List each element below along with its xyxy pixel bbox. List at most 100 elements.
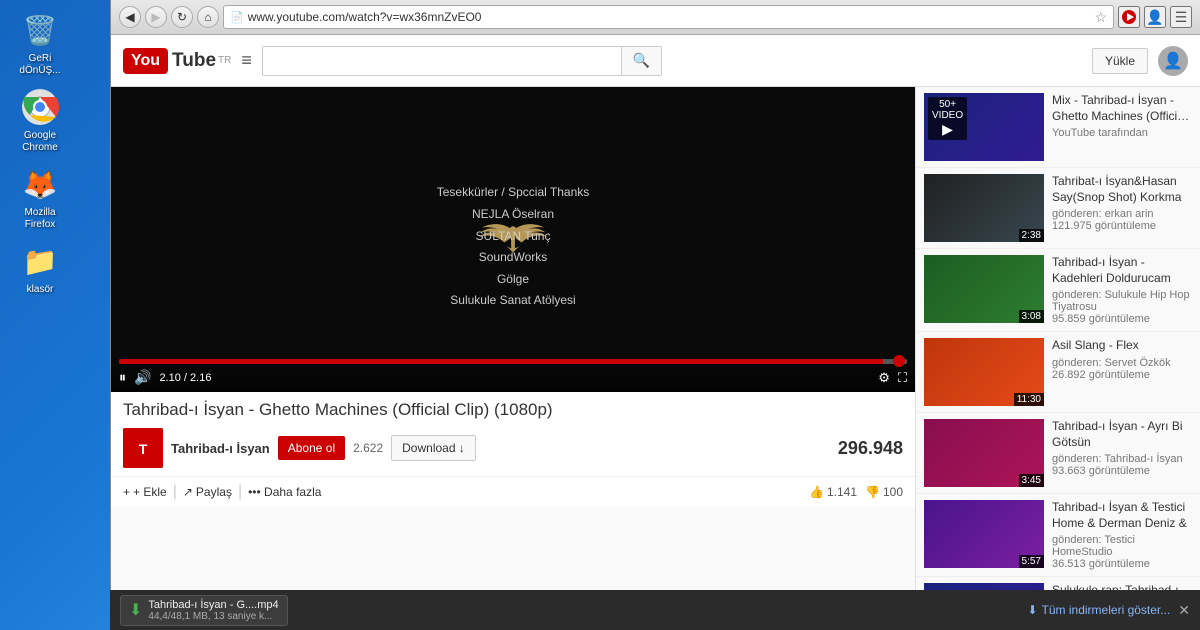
playlist-badge: 50+VIDEO▶ (928, 97, 967, 140)
youtube-logo-tube: Tube (172, 50, 216, 72)
download-bar-right: ⬇ Tüm indirmeleri göster... ✕ (1027, 602, 1190, 619)
time-total: 2.16 (190, 372, 211, 384)
desktop-icons-area: 🗑️ GeRidÖnÜŞ... GoogleChrome 🦊 MozillaFi… (0, 0, 80, 306)
video-duration: 5:57 (1019, 555, 1044, 568)
download-item-icon: ⬇ (129, 600, 142, 620)
video-player-area: Tesekkürler / Spccial Thanks NEJLA Öselr… (111, 87, 915, 630)
dislike-count: 100 (883, 485, 903, 499)
credit-line-6: Sulukule Sanat Atölyesi (437, 290, 590, 312)
volume-button[interactable]: 🔊 (134, 369, 151, 386)
youtube-logo-box: You (123, 48, 168, 74)
credit-line-3: SULTAN Tunç (437, 226, 590, 248)
video-actions-row: T Tahribad-ı İsyan Abone ol 2.622 Downlo… (123, 428, 903, 468)
sidebar-item-firefox[interactable]: 🦊 MozillaFirefox (10, 164, 70, 231)
sep-2: | (238, 483, 242, 501)
sidebar-video-item[interactable]: 50+VIDEO▶ Mix - Tahribad-ı İsyan - Ghetto… (916, 87, 1200, 168)
download-bar-close-button[interactable]: ✕ (1178, 602, 1190, 619)
video-controls: ⏸ 🔊 2.10 / 2.16 ⚙ ⛶ (111, 355, 915, 392)
channel-name[interactable]: Tahribad-ı İsyan (171, 441, 270, 456)
page-icon: 📄 (230, 11, 244, 24)
show-all-label: Tüm indirmeleri göster... (1042, 603, 1171, 617)
sidebar-thumb: 50+VIDEO▶ (924, 93, 1044, 161)
like-button[interactable]: 👍 1.141 (809, 485, 857, 499)
credit-line-2: NEJLA Öselran (437, 204, 590, 226)
time-current: 2.10 (159, 372, 180, 384)
play-pause-button[interactable]: ⏸ (119, 369, 126, 386)
action-links: + + Ekle | ↗ Paylaş | ••• Daha fazla (111, 476, 915, 507)
sidebar-item-recycle-bin[interactable]: 🗑️ GeRidÖnÜŞ... (10, 10, 70, 77)
forward-button[interactable]: ▶ (145, 6, 167, 28)
refresh-button[interactable]: ↻ (171, 6, 193, 28)
sep-1: | (173, 483, 177, 501)
youtube-logo-you: You (131, 52, 160, 69)
sidebar-video-item[interactable]: 3:08Tahribad-ı İsyan - Kadehleri Dolduru… (916, 249, 1200, 332)
share-link[interactable]: ↗ Paylaş (183, 485, 232, 499)
show-all-downloads-link[interactable]: ⬇ Tüm indirmeleri göster... (1027, 603, 1170, 617)
sidebar-item-meta: gönderen: Sulukule Hip Hop Tiyatrosu95.8… (1052, 289, 1192, 325)
sidebar-item-folder[interactable]: 📁 klasör (10, 241, 70, 296)
controls-row: ⏸ 🔊 2.10 / 2.16 ⚙ ⛶ (119, 369, 907, 386)
home-button[interactable]: ⌂ (197, 6, 219, 28)
thumbs-down-icon: 👎 (865, 485, 880, 499)
video-info: Tahribad-ı İsyan - Ghetto Machines (Offi… (111, 392, 915, 476)
subscriber-count: 2.622 (353, 441, 383, 455)
sidebar-item-info: Tahribad-ı İsyan - Ayrı Bi Götsüngöndere… (1052, 419, 1192, 487)
bookmark-icon[interactable]: ☆ (1094, 9, 1107, 26)
sidebar-item-title: Tahribad-ı İsyan - Kadehleri Doldurucam (1052, 255, 1192, 286)
video-content: Tesekkürler / Spccial Thanks NEJLA Öselr… (111, 87, 915, 392)
menu-button[interactable]: ☰ (1170, 6, 1192, 28)
credit-line-1: Tesekkürler / Spccial Thanks (437, 182, 590, 204)
subscribe-button[interactable]: Abone ol (278, 436, 345, 460)
video-duration: 11:30 (1014, 393, 1044, 406)
sidebar-video-item[interactable]: 2:38Tahribat-ı İsyan&Hasan Say(Snop Shot… (916, 168, 1200, 249)
progress-bar[interactable] (119, 359, 907, 364)
more-label: ••• Daha fazla (248, 485, 321, 499)
yt-main: Tesekkürler / Spccial Thanks NEJLA Öselr… (111, 87, 1200, 630)
sidebar-item-info: Mix - Tahribad-ı İsyan - Ghetto Machines… (1052, 93, 1192, 161)
video-player[interactable]: Tesekkürler / Spccial Thanks NEJLA Öselr… (111, 87, 915, 392)
sidebar-thumb: 3:08 (924, 255, 1044, 323)
yt-search-input[interactable] (263, 47, 621, 75)
sidebar-item-title: Asil Slang - Flex (1052, 338, 1192, 354)
sidebar-video-item[interactable]: 5:57 Tahribad-ı İsyan & Testici Home & De… (916, 494, 1200, 577)
sidebar-video-item[interactable]: 11:30Asil Slang - Flexgönderen: Servet Ö… (916, 332, 1200, 413)
progress-dot (893, 355, 905, 367)
chrome-icon (20, 87, 60, 127)
back-button[interactable]: ◀ (119, 6, 141, 28)
fullscreen-button[interactable]: ⛶ (898, 370, 907, 386)
address-bar-container[interactable]: 📄 www.youtube.com/watch?v=wx36mnZvEO0 ☆ (223, 5, 1114, 29)
channel-thumbnail: T (123, 428, 163, 468)
yt-icon-button[interactable] (1118, 6, 1140, 28)
svg-text:T: T (139, 441, 148, 457)
sidebar-item-chrome[interactable]: GoogleChrome (10, 87, 70, 154)
progress-fill (119, 359, 883, 364)
youtube-logo-tr: TR (218, 55, 231, 66)
add-label: + Ekle (133, 485, 167, 499)
sidebar-item-info: Tahribad-ı İsyan - Kadehleri Doldurucamg… (1052, 255, 1192, 325)
sidebar-item-title: Tahribad-ı İsyan & Testici Home & Derman… (1052, 500, 1192, 531)
sidebar-item-info: Tahribat-ı İsyan&Hasan Say(Snop Shot) Ko… (1052, 174, 1192, 242)
dislike-button[interactable]: 👎 100 (865, 485, 903, 499)
download-item-info: Tahribad-ı İsyan - G....mp4 44,4/48,1 MB… (148, 599, 278, 622)
download-item[interactable]: ⬇ Tahribad-ı İsyan - G....mp4 44,4/48,1 … (120, 595, 288, 626)
youtube-logo[interactable]: You Tube TR (123, 48, 231, 74)
yt-header: You Tube TR ≡ 🔍 Yükle 👤 (111, 35, 1200, 87)
sidebar-thumb: 5:57 (924, 500, 1044, 568)
more-link[interactable]: ••• Daha fazla (248, 485, 321, 499)
download-item-name: Tahribad-ı İsyan - G....mp4 (148, 599, 278, 611)
download-arrow-icon: ⬇ (1027, 603, 1037, 617)
settings-button[interactable]: ⚙ (878, 370, 890, 386)
video-title: Tahribad-ı İsyan - Ghetto Machines (Offi… (123, 400, 903, 420)
download-item-progress: 44,4/48,1 MB, 13 saniye k... (148, 611, 278, 622)
add-link[interactable]: + + Ekle (123, 485, 167, 499)
download-button[interactable]: Download ↓ (391, 435, 476, 461)
user-account-button[interactable]: 👤 (1144, 6, 1166, 28)
yt-user-avatar[interactable]: 👤 (1158, 46, 1188, 76)
yt-search-button[interactable]: 🔍 (621, 47, 661, 75)
sidebar-thumb: 3:45 (924, 419, 1044, 487)
yt-upload-button[interactable]: Yükle (1092, 48, 1148, 74)
yt-menu-icon[interactable]: ≡ (241, 50, 252, 71)
folder-label: klasör (27, 284, 54, 296)
sidebar-video-item[interactable]: 3:45Tahribad-ı İsyan - Ayrı Bi Götsüngön… (916, 413, 1200, 494)
firefox-icon: 🦊 (20, 164, 60, 204)
